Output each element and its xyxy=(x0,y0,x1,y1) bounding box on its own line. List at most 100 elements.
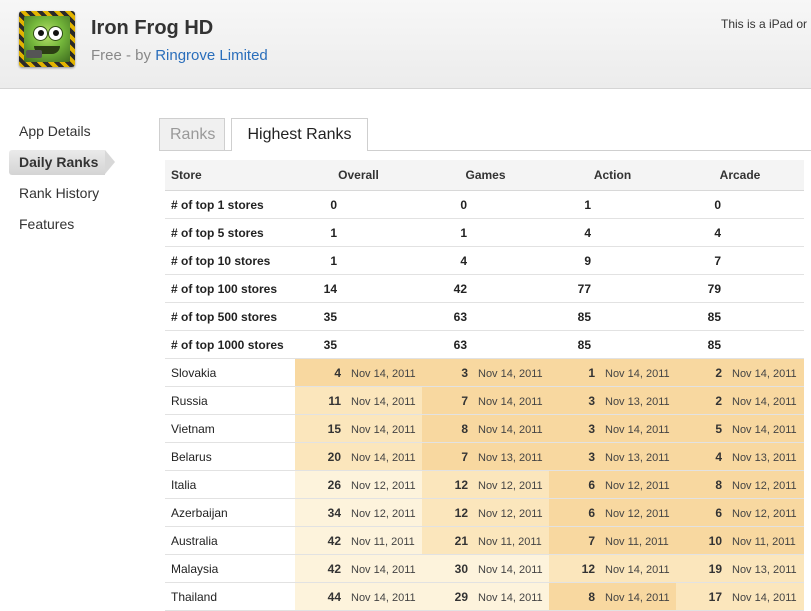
column-header-overall[interactable]: Overall xyxy=(295,160,422,191)
sidebar-item-daily-ranks[interactable]: Daily Ranks xyxy=(0,147,150,178)
tab-highest-ranks[interactable]: Highest Ranks xyxy=(231,118,368,151)
table-row[interactable]: Australia 42 Nov 11, 2011 21 Nov 11, 2011 7 No… xyxy=(165,526,804,555)
rank-date: Nov 11, 2011 xyxy=(732,535,796,548)
store-name[interactable]: Thailand xyxy=(165,582,295,611)
app-title: Iron Frog HD xyxy=(91,17,214,39)
sidebar-item-features[interactable]: Features xyxy=(0,209,150,240)
sidebar: App Details Daily Ranks Rank History Fea… xyxy=(0,116,150,240)
rank-cell: 2 Nov 14, 2011 xyxy=(676,386,804,415)
rank-date: Nov 14, 2011 xyxy=(732,395,797,408)
stats-label: # of top 500 stores xyxy=(165,302,295,331)
rank-value: 12 xyxy=(454,505,468,520)
sidebar-item-rank-history[interactable]: Rank History xyxy=(0,178,150,209)
stats-value: 4 xyxy=(584,225,591,240)
rank-value: 10 xyxy=(708,533,722,548)
rank-cell: 4 Nov 13, 2011 xyxy=(676,442,804,471)
stats-value: 85 xyxy=(577,337,591,352)
sidebar-item-label: Daily Ranks xyxy=(19,154,99,170)
rank-date: Nov 11, 2011 xyxy=(605,535,669,548)
rank-cell: 3 Nov 14, 2011 xyxy=(422,358,549,387)
stats-value: 4 xyxy=(714,225,721,240)
table-row[interactable]: Vietnam 15 Nov 14, 2011 8 Nov 14, 2011 3 Nov 1… xyxy=(165,414,804,443)
column-header-games[interactable]: Games xyxy=(422,160,549,191)
column-header-arcade[interactable]: Arcade xyxy=(676,160,804,191)
stats-row: # of top 5 stores 1 1 4 4 xyxy=(165,218,804,247)
rank-cell: 12 Nov 12, 2011 xyxy=(422,470,549,499)
stats-value-cell: 1 xyxy=(295,218,422,247)
rank-date: Nov 14, 2011 xyxy=(351,563,416,576)
store-name[interactable]: Australia xyxy=(165,526,295,555)
stats-value: 85 xyxy=(707,309,721,324)
rank-date: Nov 14, 2011 xyxy=(478,423,543,436)
stats-row: # of top 100 stores 14 42 77 79 xyxy=(165,274,804,303)
table-row[interactable]: Slovakia 4 Nov 14, 2011 3 Nov 14, 2011 1 Nov 1… xyxy=(165,358,804,387)
rank-value: 2 xyxy=(715,393,722,408)
sidebar-item-app-details[interactable]: App Details xyxy=(0,116,150,147)
column-header-action[interactable]: Action xyxy=(549,160,676,191)
rank-date: Nov 14, 2011 xyxy=(478,563,543,576)
rank-value: 6 xyxy=(588,477,595,492)
rank-cell: 5 Nov 14, 2011 xyxy=(676,414,804,443)
store-name[interactable]: Belarus xyxy=(165,442,295,471)
column-header-store[interactable]: Store xyxy=(165,160,295,191)
rank-cell: 7 Nov 11, 2011 xyxy=(549,526,676,555)
rank-cell: 29 Nov 14, 2011 xyxy=(422,582,549,611)
store-name[interactable]: Malaysia xyxy=(165,554,295,583)
rank-date: Nov 14, 2011 xyxy=(351,423,416,436)
table-row[interactable]: Malaysia 42 Nov 14, 2011 30 Nov 14, 2011 12 No… xyxy=(165,554,804,583)
stats-value-cell: 4 xyxy=(549,218,676,247)
rank-value: 15 xyxy=(327,421,341,436)
table-row[interactable]: Thailand 44 Nov 14, 2011 29 Nov 14, 2011 8 Nov… xyxy=(165,582,804,611)
stats-value-cell: 1 xyxy=(549,190,676,219)
rank-value: 20 xyxy=(327,449,341,464)
store-name[interactable]: Azerbaijan xyxy=(165,498,295,527)
rank-date: Nov 14, 2011 xyxy=(605,367,670,380)
stats-value: 85 xyxy=(577,309,591,324)
table-row[interactable]: Russia 11 Nov 14, 2011 7 Nov 14, 2011 3 Nov 13… xyxy=(165,386,804,415)
stats-row: # of top 1 stores 0 0 1 0 xyxy=(165,190,804,219)
stats-value-cell: 4 xyxy=(422,246,549,275)
tab-bar: Ranks Highest Ranks xyxy=(159,118,811,151)
rank-value: 42 xyxy=(327,561,341,576)
rank-date: Nov 14, 2011 xyxy=(351,591,416,604)
stats-value-cell: 0 xyxy=(676,190,804,219)
rank-cell: 3 Nov 14, 2011 xyxy=(549,414,676,443)
app-header: Iron Frog HD Free - by Ringrove Limited … xyxy=(0,0,811,89)
app-subtitle: Free - by Ringrove Limited xyxy=(91,47,268,64)
table-row[interactable]: Azerbaijan 34 Nov 12, 2011 12 Nov 12, 2011 6 N… xyxy=(165,498,804,527)
store-name[interactable]: Italia xyxy=(165,470,295,499)
stats-value: 1 xyxy=(330,225,337,240)
rank-date: Nov 12, 2011 xyxy=(478,507,543,520)
stats-value-cell: 9 xyxy=(549,246,676,275)
rank-date: Nov 13, 2011 xyxy=(605,451,670,464)
table-row[interactable]: Belarus 20 Nov 14, 2011 7 Nov 13, 2011 3 Nov 1… xyxy=(165,442,804,471)
rank-date: Nov 14, 2011 xyxy=(351,395,416,408)
stats-value: 79 xyxy=(707,281,721,296)
developer-link[interactable]: Ringrove Limited xyxy=(155,47,268,64)
rank-cell: 21 Nov 11, 2011 xyxy=(422,526,549,555)
rank-value: 6 xyxy=(715,505,722,520)
store-name[interactable]: Russia xyxy=(165,386,295,415)
by-label: - by xyxy=(126,47,152,64)
rank-value: 19 xyxy=(708,561,722,576)
rank-date: Nov 13, 2011 xyxy=(605,395,670,408)
rank-value: 30 xyxy=(454,561,468,576)
stats-value-cell: 42 xyxy=(422,274,549,303)
store-name[interactable]: Vietnam xyxy=(165,414,295,443)
stats-value: 77 xyxy=(577,281,591,296)
rank-value: 34 xyxy=(327,505,341,520)
rank-date: Nov 12, 2011 xyxy=(732,479,797,492)
rank-value: 44 xyxy=(327,589,341,604)
store-name[interactable]: Slovakia xyxy=(165,358,295,387)
rank-date: Nov 14, 2011 xyxy=(732,423,797,436)
rank-cell: 6 Nov 12, 2011 xyxy=(676,498,804,527)
rank-cell: 44 Nov 14, 2011 xyxy=(295,582,422,611)
tab-ranks[interactable]: Ranks xyxy=(159,118,225,150)
stats-value-cell: 0 xyxy=(422,190,549,219)
table-row[interactable]: Italia 26 Nov 12, 2011 12 Nov 12, 2011 6 Nov 1… xyxy=(165,470,804,499)
rank-cell: 20 Nov 14, 2011 xyxy=(295,442,422,471)
stats-label: # of top 1 stores xyxy=(165,190,295,219)
rank-cell: 8 Nov 14, 2011 xyxy=(549,582,676,611)
rank-cell: 10 Nov 11, 2011 xyxy=(676,526,804,555)
rank-date: Nov 14, 2011 xyxy=(351,451,416,464)
